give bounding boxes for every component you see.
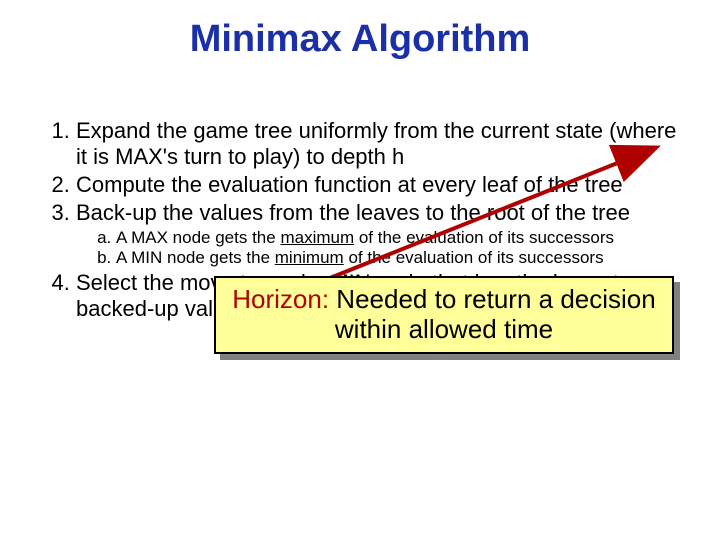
item-3b-u: minimum (275, 248, 344, 267)
callout-rest: Needed to return a decision within allow… (329, 284, 656, 344)
slide-title: Minimax Algorithm (0, 18, 720, 61)
item-3b-post: of the evaluation of its successors (344, 248, 604, 267)
item-3a-post: of the evaluation of its successors (354, 228, 614, 247)
callout-text: Horizon: Needed to return a decision wit… (222, 285, 666, 345)
item-3b-pre: A MIN node gets the (116, 248, 275, 267)
slide: Minimax Algorithm Expand the game tree u… (0, 0, 720, 540)
callout: Horizon: Needed to return a decision wit… (214, 276, 674, 354)
item-1: Expand the game tree uniformly from the … (76, 118, 680, 170)
item-3b: A MIN node gets the minimum of the evalu… (116, 248, 680, 268)
sub-list: A MAX node gets the maximum of the evalu… (76, 228, 680, 268)
item-3-text: Back-up the values from the leaves to th… (76, 200, 630, 225)
callout-box: Horizon: Needed to return a decision wit… (214, 276, 674, 354)
item-3a: A MAX node gets the maximum of the evalu… (116, 228, 680, 248)
item-2: Compute the evaluation function at every… (76, 172, 680, 198)
item-3: Back-up the values from the leaves to th… (76, 200, 680, 268)
callout-highlight: Horizon: (232, 284, 329, 314)
item-3a-u: maximum (280, 228, 354, 247)
item-3a-pre: A MAX node gets the (116, 228, 280, 247)
